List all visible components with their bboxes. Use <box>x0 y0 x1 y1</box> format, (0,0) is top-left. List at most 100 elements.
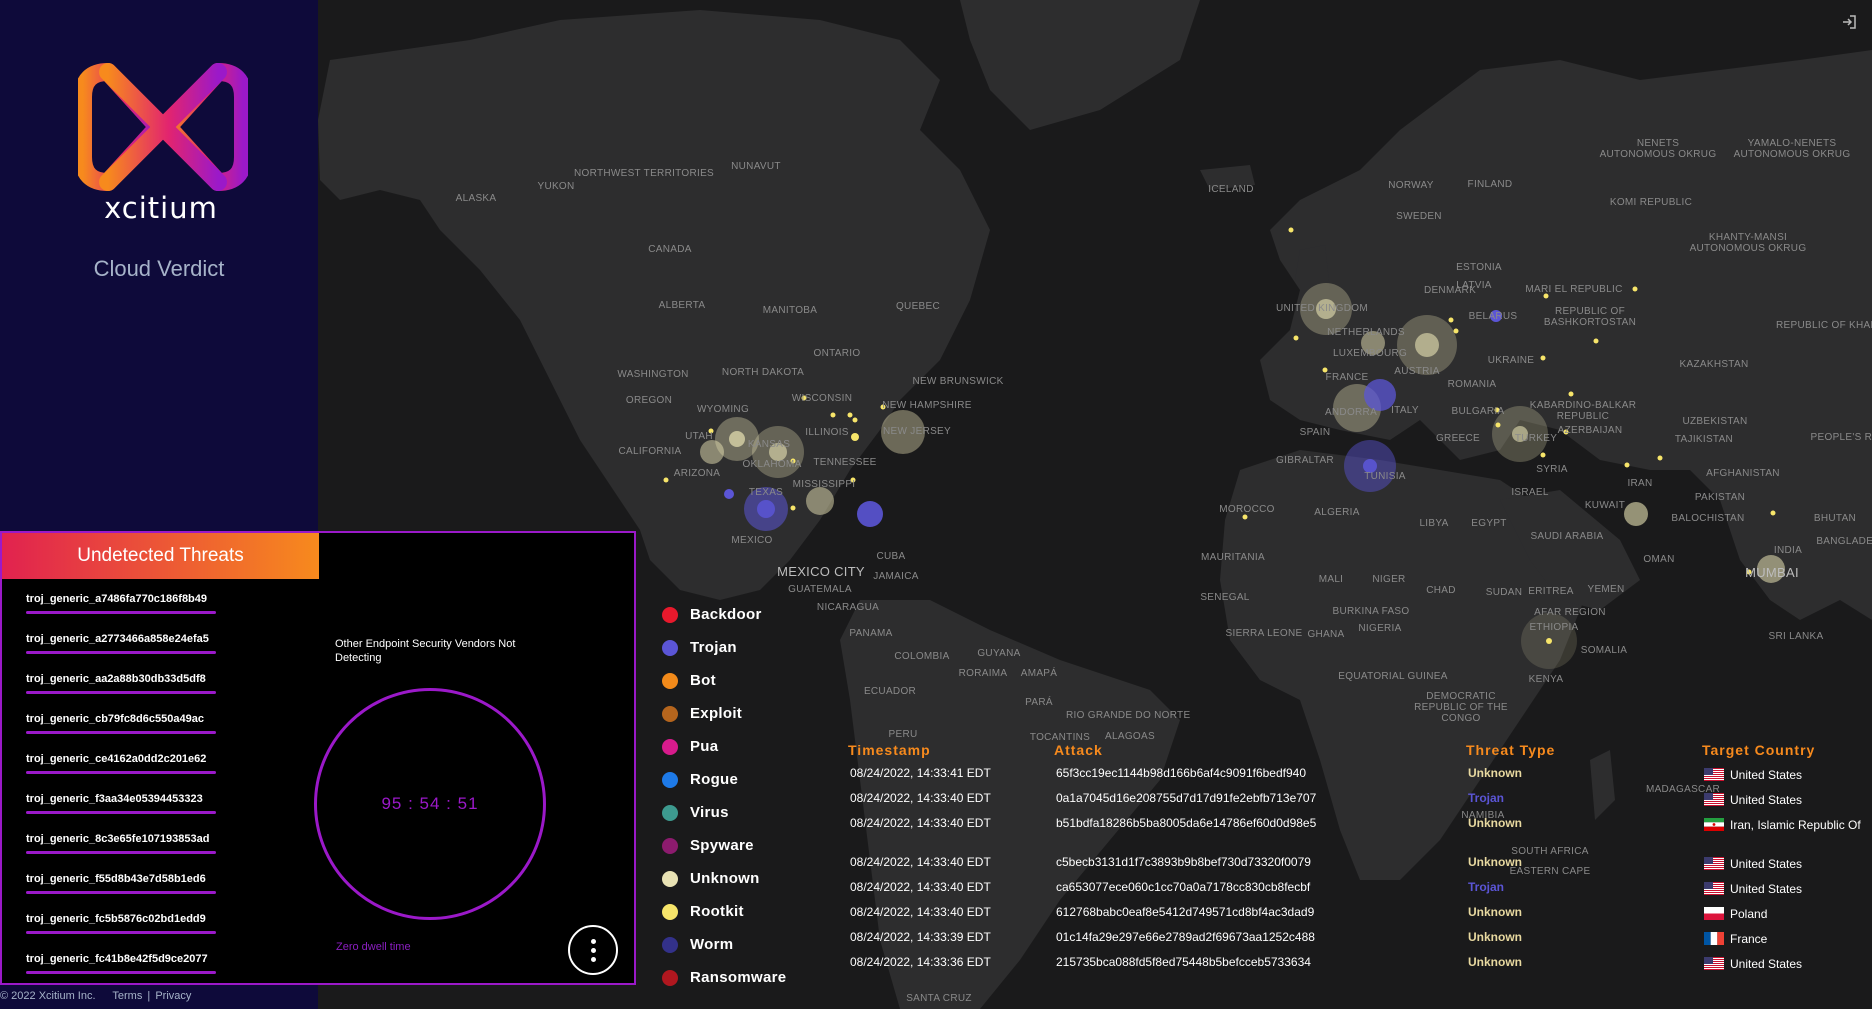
map-label: ALBERTA <box>658 300 706 311</box>
logout-icon[interactable] <box>1841 14 1857 30</box>
threat-name: troj_generic_f55d8b43e7d58b1ed6 <box>26 873 206 885</box>
map-label: WASHINGTON <box>617 369 689 380</box>
more-options-button[interactable] <box>568 925 618 975</box>
legend-item-bot[interactable]: Bot <box>662 664 786 697</box>
threat-list[interactable]: troj_generic_a7486fa770c186f8b49 troj_ge… <box>26 589 220 989</box>
threat-item[interactable]: troj_generic_f55d8b43e7d58b1ed6 <box>26 869 220 909</box>
map-label: NORTHWEST TERRITORIES <box>574 168 715 179</box>
legend-item-backdoor[interactable]: Backdoor <box>662 598 786 631</box>
country-name: Poland <box>1730 907 1768 921</box>
dwell-timer: 95 : 54 : 51 <box>381 794 479 813</box>
map-label: WISCONSIN <box>791 393 853 404</box>
country-name: France <box>1730 932 1768 946</box>
cell-attack-hash: 01c14fa29e297e66e2789ad2f69673aa1252c488 <box>1056 930 1315 944</box>
map-label: MAURITANIA <box>1201 552 1265 563</box>
cell-target-country: United States <box>1704 855 1864 873</box>
cell-target-country: France <box>1704 930 1864 948</box>
map-label: PANAMA <box>849 628 893 639</box>
vertical-dots-icon <box>590 947 596 953</box>
country-name: Iran, Islamic Republic Of <box>1730 818 1861 832</box>
threat-name: troj_generic_a7486fa770c186f8b49 <box>26 593 208 605</box>
map-label: DEMOCRATIC REPUBLIC OF THE CONGO <box>1414 691 1508 724</box>
threat-item[interactable]: troj_generic_cb79fc8d6c550a49ac <box>26 709 220 749</box>
legend-color-dot <box>662 969 678 986</box>
cell-threat-type: Unknown <box>1468 816 1522 830</box>
map-label: AFGHANISTAN <box>1706 468 1780 479</box>
legend-color-dot <box>662 936 678 953</box>
map-label: UNITED KINGDOM <box>1276 303 1368 314</box>
threat-item[interactable]: troj_generic_a7486fa770c186f8b49 <box>26 589 220 629</box>
legend-color-dot <box>662 837 678 854</box>
threat-item[interactable]: troj_generic_ce4162a0dd2c201e62 <box>26 749 220 789</box>
privacy-link[interactable]: Privacy <box>155 990 191 1002</box>
threat-name: troj_generic_fc41b8e42f5d9ce2077 <box>26 953 208 965</box>
threat-dot <box>830 412 836 418</box>
map-label: NUNAVUT <box>731 161 781 172</box>
threat-item[interactable]: troj_generic_a2773466a858e24efa5 <box>26 629 220 669</box>
threat-dot <box>1288 227 1294 233</box>
map-label: PEOPLE'S REP. OF <box>1810 432 1872 443</box>
map-label: SAUDI ARABIA <box>1530 531 1604 542</box>
legend-item-virus[interactable]: Virus <box>662 796 786 829</box>
terms-link[interactable]: Terms <box>112 990 142 1002</box>
map-label: ARIZONA <box>673 468 721 479</box>
map-label: SANTA CRUZ <box>906 993 972 1004</box>
legend-item-ransomware[interactable]: Ransomware <box>662 961 786 994</box>
legend-item-exploit[interactable]: Exploit <box>662 697 786 730</box>
legend-item-rootkit[interactable]: Rootkit <box>662 895 786 928</box>
map-label: NEW HAMPSHIRE <box>882 400 972 411</box>
legend-label: Exploit <box>690 705 743 722</box>
legend-color-dot <box>662 804 678 821</box>
map-label: SOMALIA <box>1580 645 1628 656</box>
map-label: BHUTAN <box>1813 513 1857 524</box>
app-root: NUNAVUT NORTHWEST TERRITORIES YUKON ALASKA C… <box>0 0 1872 1009</box>
cell-target-country: United States <box>1704 766 1864 784</box>
threat-item[interactable]: troj_generic_aa2a88b30db33d5df8 <box>26 669 220 709</box>
threat-item[interactable]: troj_generic_8c3e65fe107193853ad <box>26 829 220 869</box>
legend-item-trojan[interactable]: Trojan <box>662 631 786 664</box>
page-subtitle: Cloud Verdict <box>93 256 225 281</box>
panel-title: Undetected Threats <box>2 533 319 579</box>
legend-item-worm[interactable]: Worm <box>662 928 786 961</box>
threat-item[interactable]: troj_generic_fc5b5876c02bd1edd9 <box>26 909 220 949</box>
legend-label: Spyware <box>690 837 754 854</box>
map-label: AUSTRIA <box>1394 366 1440 377</box>
map-label: NORTH DAKOTA <box>721 367 805 378</box>
us-flag-icon <box>1704 882 1724 895</box>
legend-item-spyware[interactable]: Spyware <box>662 829 786 862</box>
legend-label: Rootkit <box>690 903 744 920</box>
threat-dot <box>847 412 853 418</box>
legend-color-dot <box>662 705 678 722</box>
map-label: IRAN <box>1627 478 1653 489</box>
threat-item[interactable]: troj_generic_f3aa34e05394453323 <box>26 789 220 829</box>
legend-item-pua[interactable]: Pua <box>662 730 786 763</box>
map-label: GUYANA <box>977 648 1021 659</box>
threat-legend: Backdoor Trojan Bot Exploit Pua Rogue Virus Spy… <box>662 598 786 994</box>
cell-timestamp: 08/24/2022, 14:33:40 EDT <box>850 816 991 830</box>
map-label: BALOCHISTAN <box>1671 513 1745 524</box>
map-label: TEXAS <box>748 487 784 498</box>
us-flag-icon <box>1704 793 1724 806</box>
vertical-dots-icon <box>590 956 596 962</box>
cell-timestamp: 08/24/2022, 14:33:40 EDT <box>850 905 991 919</box>
map-label: BELARUS <box>1468 311 1518 322</box>
legend-label: Bot <box>690 672 716 689</box>
map-label: AMAPÁ <box>1020 668 1058 679</box>
map-label: CUBA <box>876 551 906 562</box>
map-label: SWEDEN <box>1396 211 1442 222</box>
map-label: BANGLADESH <box>1816 536 1872 547</box>
threat-name: troj_generic_cb79fc8d6c550a49ac <box>26 713 204 725</box>
map-label: KOMI REPUBLIC <box>1609 197 1693 208</box>
threat-item[interactable]: troj_generic_fc41b8e42f5d9ce2077 <box>26 949 220 989</box>
legend-label: Unknown <box>690 870 760 887</box>
threat-dot <box>1568 391 1574 397</box>
cell-timestamp: 08/24/2022, 14:33:41 EDT <box>850 766 991 780</box>
legend-item-unknown[interactable]: Unknown <box>662 862 786 895</box>
threat-dot <box>1593 338 1599 344</box>
threat-dot <box>1495 422 1501 428</box>
legend-item-rogue[interactable]: Rogue <box>662 763 786 796</box>
threat-name: troj_generic_ce4162a0dd2c201e62 <box>26 753 207 765</box>
cell-timestamp: 08/24/2022, 14:33:40 EDT <box>850 791 991 805</box>
xcitium-logo[interactable] <box>78 62 248 192</box>
poland-flag-icon <box>1704 907 1724 920</box>
